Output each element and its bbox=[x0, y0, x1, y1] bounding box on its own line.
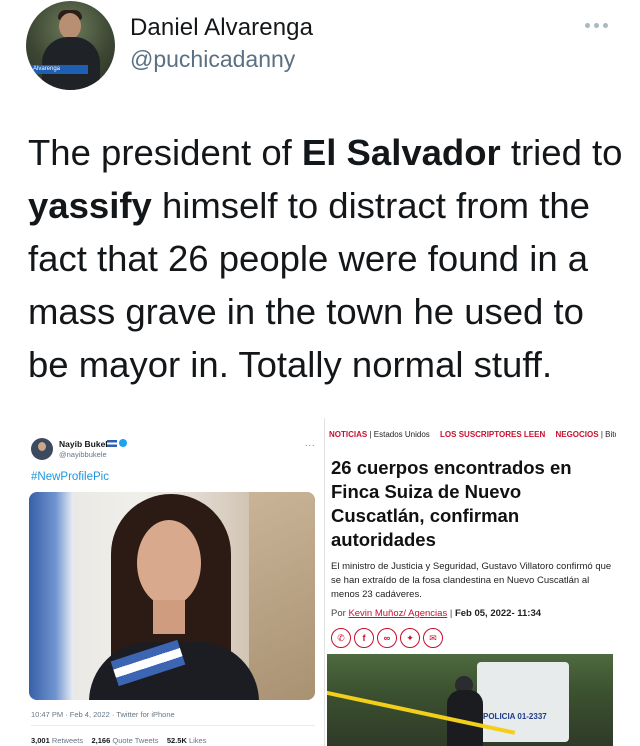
embedded-handle: @nayibbukele bbox=[59, 450, 107, 459]
tweet-text-part: tried to bbox=[500, 132, 623, 173]
embedded-stats: 3,001 Retweets 2,166 Quote Tweets 52.5K … bbox=[31, 736, 206, 745]
photo-neck bbox=[153, 600, 185, 634]
quotes-count: 2,166 bbox=[91, 736, 111, 745]
whatsapp-icon: ✆ bbox=[331, 628, 351, 648]
author-avatar[interactable]: Alvarenga bbox=[26, 1, 115, 90]
news-article-screenshot[interactable]: NOTICIAS | Estados Unidos LOS SUSCRIPTOR… bbox=[324, 418, 616, 746]
photo-van-text: POLICIA 01-2337 bbox=[483, 712, 547, 721]
more-options-icon[interactable] bbox=[585, 19, 611, 31]
retweets-count: 3,001 bbox=[31, 736, 50, 745]
article-nav: NOTICIAS | Estados Unidos LOS SUSCRIPTOR… bbox=[329, 430, 616, 439]
quotes-label: Quote Tweets bbox=[112, 736, 159, 745]
embedded-meta: 10:47 PM · Feb 4, 2022 · Twitter for iPh… bbox=[31, 710, 175, 719]
retweets-label: Retweets bbox=[51, 736, 84, 745]
facebook-icon: f bbox=[354, 628, 374, 648]
author-handle[interactable]: @puchicadanny bbox=[130, 46, 295, 73]
tweet-text-part: The president of bbox=[28, 132, 302, 173]
tweet-text: The president of El Salvador tried to ya… bbox=[28, 126, 628, 391]
share-icons: ✆ f ∞ ✦ ✉ bbox=[331, 628, 443, 648]
byline-author: Kevin Muñoz/ Agencias bbox=[348, 608, 448, 619]
article-byline: Por Kevin Muñoz/ Agencias | Feb 05, 2022… bbox=[331, 608, 542, 619]
nav-suscriptores: LOS SUSCRIPTORES LEEN bbox=[440, 430, 546, 439]
article-lead: El ministro de Justicia y Seguridad, Gus… bbox=[331, 561, 612, 600]
embedded-avatar bbox=[31, 438, 53, 460]
photo-curtain bbox=[249, 492, 315, 700]
embedded-hashtag: #NewProfilePic bbox=[31, 471, 109, 483]
flag-icon bbox=[107, 440, 117, 447]
twitter-icon: ✦ bbox=[400, 628, 420, 648]
messenger-icon: ✉ bbox=[423, 628, 443, 648]
photo-flag bbox=[29, 492, 73, 700]
likes-count: 52.5K bbox=[166, 736, 187, 745]
nav-noticias: NOTICIAS bbox=[329, 430, 368, 439]
profile-photo bbox=[29, 492, 315, 700]
avatar-head bbox=[59, 13, 81, 39]
nav-negocios: NEGOCIOS bbox=[555, 430, 599, 439]
article-photo: POLICIA 01-2337 bbox=[327, 654, 613, 746]
nav-bitcoin: Bitcoi... bbox=[605, 430, 616, 439]
photo-face bbox=[137, 520, 201, 606]
embedded-more-icon: ... bbox=[305, 438, 316, 448]
photo-police-van bbox=[477, 662, 569, 742]
link-icon: ∞ bbox=[377, 628, 397, 648]
author-display-name[interactable]: Daniel Alvarenga bbox=[130, 14, 313, 42]
avatar-tag: Alvarenga bbox=[30, 65, 88, 74]
verified-icon bbox=[119, 439, 127, 447]
embedded-name: Nayib Bukele bbox=[59, 439, 113, 449]
nav-estados: Estados Unidos bbox=[373, 430, 430, 439]
divider bbox=[31, 725, 315, 726]
tweet-text-bold: yassify bbox=[28, 185, 152, 226]
byline-date: Feb 05, 2022- 11:34 bbox=[454, 608, 542, 619]
avatar-body bbox=[42, 37, 100, 90]
byline-prefix: Por bbox=[331, 608, 346, 619]
likes-label: Likes bbox=[188, 736, 207, 745]
article-headline: 26 cuerpos encontrados en Finca Suiza de… bbox=[331, 457, 572, 550]
embedded-tweet-screenshot[interactable]: Nayib Bukele @nayibbukele ... #NewProfil… bbox=[17, 418, 322, 746]
tweet-text-bold: El Salvador bbox=[301, 132, 501, 173]
